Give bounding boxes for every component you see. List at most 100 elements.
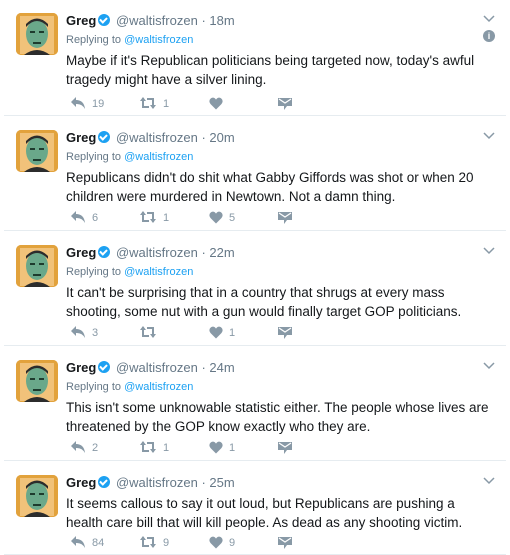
tweet[interactable]: Greg @waltisfrozen · 20m Replying to @wa…	[4, 117, 506, 231]
replying-prefix: Replying to	[66, 34, 122, 46]
info-icon[interactable]: i	[483, 30, 495, 42]
tweet-header: Greg @waltisfrozen · 20m	[66, 129, 496, 147]
heart-icon	[209, 536, 223, 549]
user-handle[interactable]: @waltisfrozen	[116, 475, 198, 490]
chevron-down-icon[interactable]	[482, 359, 496, 371]
retweet-count: 1	[163, 98, 170, 110]
display-name[interactable]: Greg	[66, 475, 96, 490]
timestamp[interactable]: 18m	[209, 13, 234, 28]
like-button[interactable]: 5	[209, 210, 235, 226]
reply-icon	[71, 211, 85, 223]
direct-message-button[interactable]	[278, 96, 298, 112]
tweet-header: Greg @waltisfrozen · 18m	[66, 12, 496, 30]
reply-count: 6	[92, 212, 99, 224]
like-button[interactable]	[209, 96, 229, 112]
chevron-down-icon[interactable]	[482, 244, 496, 256]
user-handle[interactable]: @waltisfrozen	[116, 13, 198, 28]
like-button[interactable]: 1	[209, 440, 235, 456]
user-handle[interactable]: @waltisfrozen	[116, 360, 198, 375]
retweet-button[interactable]	[139, 325, 163, 341]
tweet-actions: 19 1	[66, 96, 366, 112]
like-button[interactable]: 9	[209, 535, 235, 551]
like-button[interactable]: 1	[209, 325, 235, 341]
heart-icon	[209, 441, 223, 454]
tweet[interactable]: Greg @waltisfrozen · 25m It seems callou…	[4, 462, 506, 555]
verified-badge-icon	[98, 361, 111, 373]
tweet-header: Greg @waltisfrozen · 24m	[66, 359, 496, 377]
avatar[interactable]	[16, 245, 58, 287]
tweet-text: This isn't some unknowable statistic eit…	[66, 400, 489, 434]
direct-message-button[interactable]	[278, 325, 298, 341]
verified-badge-icon	[98, 476, 111, 488]
retweet-button[interactable]: 1	[139, 440, 169, 456]
retweet-button[interactable]: 9	[139, 535, 169, 551]
separator-dot: ·	[201, 13, 206, 28]
like-count: 5	[229, 212, 236, 224]
tweet-feed: Greg @waltisfrozen · 18m i Replying to @…	[4, 0, 506, 555]
reply-button[interactable]: 6	[70, 210, 98, 226]
reply-button[interactable]: 3	[70, 325, 98, 341]
retweet-icon	[140, 326, 156, 338]
replying-to-link[interactable]: @waltisfrozen	[124, 151, 193, 163]
reply-button[interactable]: 2	[70, 440, 98, 456]
retweet-icon	[140, 536, 156, 548]
timestamp[interactable]: 22m	[209, 245, 234, 260]
replying-prefix: Replying to	[66, 266, 122, 278]
replying-to: Replying to @waltisfrozen	[66, 33, 193, 47]
tweet-header: Greg @waltisfrozen · 25m	[66, 474, 496, 492]
reply-count: 2	[92, 442, 99, 454]
heart-icon	[209, 326, 223, 339]
replying-to: Replying to @waltisfrozen	[66, 150, 193, 164]
replying-to-link[interactable]: @waltisfrozen	[124, 266, 193, 278]
avatar[interactable]	[16, 13, 58, 55]
timestamp[interactable]: 20m	[209, 130, 234, 145]
chevron-down-icon[interactable]	[482, 12, 496, 24]
verified-badge-icon	[98, 246, 111, 258]
replying-to: Replying to @waltisfrozen	[66, 265, 193, 279]
separator-dot: ·	[201, 130, 206, 145]
retweet-icon	[140, 211, 156, 223]
reply-icon	[71, 536, 85, 548]
replying-prefix: Replying to	[66, 381, 122, 393]
direct-message-button[interactable]	[278, 535, 298, 551]
separator-dot: ·	[201, 245, 206, 260]
tweet-text: Republicans didn't do shit what Gabby Gi…	[66, 170, 474, 204]
retweet-count: 1	[163, 212, 170, 224]
reply-button[interactable]: 84	[70, 535, 104, 551]
tweet-actions: 2 1 1	[66, 440, 366, 456]
direct-message-button[interactable]	[278, 210, 298, 226]
display-name[interactable]: Greg	[66, 130, 96, 145]
tweet-actions: 3 1	[66, 325, 366, 341]
retweet-button[interactable]: 1	[139, 96, 169, 112]
tweet[interactable]: Greg @waltisfrozen · 22m Replying to @wa…	[4, 232, 506, 346]
tweet-header: Greg @waltisfrozen · 22m	[66, 244, 496, 262]
chevron-down-icon[interactable]	[482, 474, 496, 486]
replying-to-link[interactable]: @waltisfrozen	[124, 34, 193, 46]
retweet-count: 9	[163, 537, 170, 549]
tweet[interactable]: Greg @waltisfrozen · 18m i Replying to @…	[4, 0, 506, 116]
replying-to-link[interactable]: @waltisfrozen	[124, 381, 193, 393]
display-name[interactable]: Greg	[66, 13, 96, 28]
reply-icon	[71, 97, 85, 109]
retweet-button[interactable]: 1	[139, 210, 169, 226]
display-name[interactable]: Greg	[66, 360, 96, 375]
direct-message-button[interactable]	[278, 440, 298, 456]
retweet-count: 1	[163, 442, 170, 454]
tweet-actions: 84 9 9	[66, 535, 366, 551]
avatar[interactable]	[16, 475, 58, 517]
user-handle[interactable]: @waltisfrozen	[116, 245, 198, 260]
timestamp[interactable]: 25m	[209, 475, 234, 490]
reply-button[interactable]: 19	[70, 96, 104, 112]
tweet[interactable]: Greg @waltisfrozen · 24m Replying to @wa…	[4, 347, 506, 461]
direct-message-icon	[278, 442, 292, 454]
heart-icon	[209, 97, 223, 110]
avatar[interactable]	[16, 360, 58, 402]
reply-count: 84	[92, 537, 105, 549]
user-handle[interactable]: @waltisfrozen	[116, 130, 198, 145]
reply-icon	[71, 441, 85, 453]
chevron-down-icon[interactable]	[482, 129, 496, 141]
tweet-text: It can't be surprising that in a country…	[66, 285, 462, 319]
display-name[interactable]: Greg	[66, 245, 96, 260]
timestamp[interactable]: 24m	[209, 360, 234, 375]
avatar[interactable]	[16, 130, 58, 172]
